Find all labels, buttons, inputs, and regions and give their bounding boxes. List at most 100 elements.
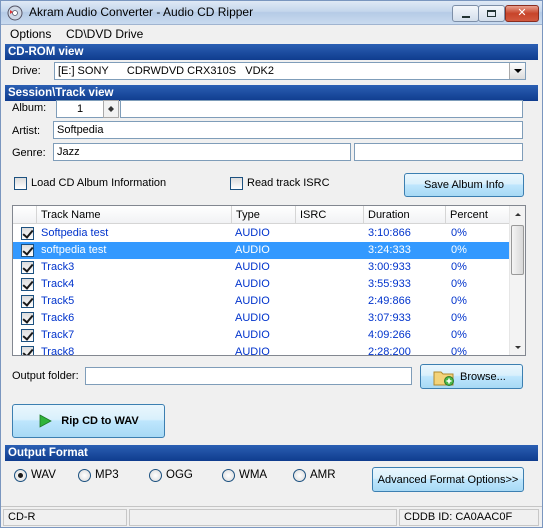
load-album-info-checkbox[interactable]	[14, 177, 27, 190]
advanced-format-options-button[interactable]: Advanced Format Options>>	[372, 467, 524, 492]
track-percent-cell: 0%	[451, 227, 467, 239]
genre-extra-input[interactable]	[354, 143, 523, 161]
output-folder-label: Output folder:	[12, 370, 79, 382]
artist-input[interactable]: Softpedia	[53, 121, 523, 139]
track-name-cell: Track5	[41, 295, 75, 307]
table-row[interactable]: Track3 AUDIO 3:00:933 0%	[13, 259, 510, 276]
drive-label: Drive:	[12, 65, 41, 77]
track-list-header: Track Name Type ISRC Duration Percent	[13, 206, 510, 224]
track-percent-cell: 0%	[451, 244, 467, 256]
format-radio-wma[interactable]	[222, 469, 235, 482]
save-album-info-button[interactable]: Save Album Info	[404, 173, 524, 197]
menu-options[interactable]: Options	[10, 27, 51, 41]
table-row[interactable]: Track4 AUDIO 3:55:933 0%	[13, 276, 510, 293]
track-name-cell: Track7	[41, 329, 75, 341]
status-disc-type: CD-R	[3, 509, 127, 526]
track-percent-cell: 0%	[451, 261, 467, 273]
track-name-cell: Track6	[41, 312, 75, 324]
genre-value: Jazz	[57, 146, 80, 158]
output-folder-input[interactable]	[85, 367, 412, 385]
album-number-input[interactable]: 1	[56, 100, 104, 118]
track-type-cell: AUDIO	[235, 295, 270, 307]
browse-label: Browse...	[460, 370, 506, 383]
track-checkbox[interactable]	[21, 244, 34, 257]
format-label-ogg: OGG	[166, 469, 193, 481]
session-section-header: Session\Track view	[5, 85, 538, 101]
table-row[interactable]: Track8 AUDIO 2:28:200 0%	[13, 344, 510, 356]
artist-label: Artist:	[12, 125, 41, 137]
menu-bar: Options CD\DVD Drive	[1, 25, 542, 43]
drive-select-value: [E:] SONY CDRWDVD CRX310S VDK2	[58, 65, 274, 77]
track-duration-cell: 3:10:866	[368, 227, 411, 239]
stepper-up-icon[interactable]	[104, 101, 118, 109]
track-duration-cell: 3:07:933	[368, 312, 411, 324]
status-middle	[129, 509, 397, 526]
scroll-up-icon[interactable]	[510, 206, 525, 222]
track-name-cell: Track8	[41, 346, 75, 356]
load-album-info-label: Load CD Album Information	[31, 177, 167, 189]
table-row[interactable]: softpedia test AUDIO 3:24:333 0%	[13, 242, 510, 259]
close-button[interactable]: ✕	[505, 5, 539, 22]
header-percent[interactable]: Percent	[446, 206, 510, 224]
header-duration[interactable]: Duration	[364, 206, 446, 224]
maximize-button[interactable]	[478, 5, 505, 22]
browse-button[interactable]: Browse...	[420, 364, 523, 389]
minimize-icon	[461, 15, 470, 18]
track-percent-cell: 0%	[451, 346, 467, 356]
header-type[interactable]: Type	[232, 206, 296, 224]
maximize-icon	[487, 10, 496, 17]
track-type-cell: AUDIO	[235, 244, 270, 256]
track-checkbox[interactable]	[21, 227, 34, 240]
app-window: Akram Audio Converter - Audio CD Ripper …	[0, 0, 543, 528]
drive-select[interactable]: [E:] SONY CDRWDVD CRX310S VDK2	[54, 62, 526, 80]
track-duration-cell: 3:55:933	[368, 278, 411, 290]
stepper-down-icon[interactable]	[104, 109, 118, 117]
track-duration-cell: 4:09:266	[368, 329, 411, 341]
genre-label: Genre:	[12, 147, 46, 159]
scroll-down-icon[interactable]	[510, 339, 525, 355]
track-checkbox[interactable]	[21, 329, 34, 342]
track-checkbox[interactable]	[21, 312, 34, 325]
title-bar: Akram Audio Converter - Audio CD Ripper …	[1, 1, 542, 25]
header-isrc[interactable]: ISRC	[296, 206, 364, 224]
table-row[interactable]: Track5 AUDIO 2:49:866 0%	[13, 293, 510, 310]
rip-cd-label: Rip CD to WAV	[61, 415, 139, 427]
genre-input[interactable]: Jazz	[53, 143, 351, 161]
table-row[interactable]: Softpedia test AUDIO 3:10:866 0%	[13, 225, 510, 242]
format-radio-amr[interactable]	[293, 469, 306, 482]
menu-cd-dvd-drive[interactable]: CD\DVD Drive	[66, 27, 143, 41]
track-name-cell: Track3	[41, 261, 75, 273]
scrollbar-thumb[interactable]	[511, 225, 524, 275]
chevron-down-icon[interactable]	[509, 63, 525, 79]
table-row[interactable]: Track6 AUDIO 3:07:933 0%	[13, 310, 510, 327]
minimize-button[interactable]	[452, 5, 479, 22]
track-name-cell: Softpedia test	[41, 227, 109, 239]
track-checkbox[interactable]	[21, 346, 34, 355]
album-name-input[interactable]	[120, 100, 523, 118]
rip-cd-button[interactable]: Rip CD to WAV	[12, 404, 165, 438]
header-check	[13, 206, 37, 224]
track-list[interactable]: Track Name Type ISRC Duration Percent So…	[12, 205, 526, 356]
track-checkbox[interactable]	[21, 261, 34, 274]
album-label: Album:	[12, 102, 47, 114]
status-bar: CD-R CDDB ID: CA0AAC0F	[1, 506, 542, 527]
header-track-name[interactable]: Track Name	[37, 206, 232, 224]
track-percent-cell: 0%	[451, 329, 467, 341]
album-number-stepper[interactable]	[103, 100, 119, 118]
track-percent-cell: 0%	[451, 278, 467, 290]
format-label-mp3: MP3	[95, 469, 119, 481]
read-isrc-checkbox[interactable]	[230, 177, 243, 190]
format-radio-ogg[interactable]	[149, 469, 162, 482]
format-radio-wav[interactable]	[14, 469, 27, 482]
track-checkbox[interactable]	[21, 295, 34, 308]
table-row[interactable]: Track7 AUDIO 4:09:266 0%	[13, 327, 510, 344]
track-checkbox[interactable]	[21, 278, 34, 291]
track-duration-cell: 2:49:866	[368, 295, 411, 307]
window-title: Akram Audio Converter - Audio CD Ripper	[29, 5, 254, 19]
format-radio-mp3[interactable]	[78, 469, 91, 482]
track-list-scrollbar[interactable]	[509, 206, 525, 355]
track-name-cell: Track4	[41, 278, 75, 290]
track-type-cell: AUDIO	[235, 329, 270, 341]
track-duration-cell: 3:24:333	[368, 244, 411, 256]
album-number-value: 1	[76, 103, 84, 115]
